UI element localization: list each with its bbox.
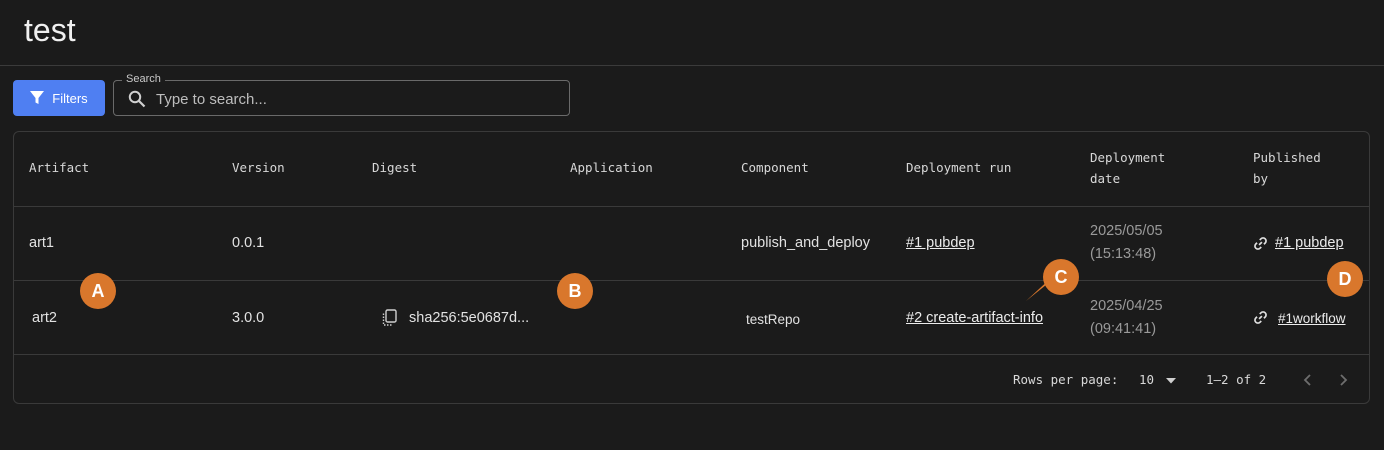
previous-page-icon[interactable] [1298,370,1318,390]
annotation-marker-b: B [557,273,593,309]
column-header-application[interactable]: Application [570,157,653,178]
published-by-link[interactable]: #1workflow [1278,308,1346,329]
cell-component: publish_and_deploy [741,235,870,251]
copy-icon[interactable] [381,309,397,327]
column-header-deployment-date-line2: date [1090,171,1121,186]
row-divider [14,354,1369,355]
rows-per-page-select[interactable]: 10 [1139,372,1176,388]
cell-version: 3.0.0 [232,310,265,326]
column-header-deployment-run[interactable]: Deployment run [906,157,1011,178]
search-icon [128,90,146,108]
column-header-digest[interactable]: Digest [372,157,417,178]
deployment-run-link[interactable]: #2 create-artifact-info [906,308,1043,329]
link-icon [1254,237,1267,250]
page-header: test [0,0,1384,66]
rows-per-page-label: Rows per page: [1013,372,1119,387]
artifacts-table: Artifact Version Digest Application Comp… [13,131,1370,404]
deployment-run-link[interactable]: #1 pubdep [906,233,975,254]
cell-digest: sha256:5e0687d... [409,310,530,326]
published-by-link[interactable]: #1 pubdep [1275,233,1344,254]
column-header-version[interactable]: Version [232,157,285,178]
column-header-component[interactable]: Component [741,157,809,178]
cell-deployment-time: (15:13:48) [1090,246,1157,262]
link-icon [1254,311,1267,324]
pagination-range: 1–2 of 2 [1206,372,1267,387]
filters-button[interactable]: Filters [13,80,105,116]
annotation-marker-a: A [80,273,116,309]
caret-down-icon [1165,377,1176,383]
annotation-marker-c: C [1043,259,1079,295]
rows-per-page-value: 10 [1139,372,1155,387]
column-header-deployment-date[interactable]: Deployment date [1090,147,1165,189]
search-input[interactable] [156,87,556,111]
next-page-icon[interactable] [1333,370,1353,390]
row-divider [14,280,1369,281]
column-header-published-by[interactable]: Published by [1253,147,1321,189]
filter-icon [30,91,45,104]
filters-button-label: Filters [52,90,88,106]
cell-artifact: art1 [29,235,54,251]
search-field[interactable]: Search [113,73,570,116]
cell-artifact: art2 [32,310,57,326]
cell-component: testRepo [746,312,801,327]
header-divider [14,206,1369,207]
search-legend: Search [122,73,165,85]
page-title: test [24,12,76,48]
cell-version: 0.0.1 [232,235,265,251]
column-header-published-by-line1: Published [1253,150,1321,165]
annotation-marker-d: D [1327,261,1363,297]
cell-deployment-date: 2025/04/25 [1090,298,1163,314]
cell-deployment-date: 2025/05/05 [1090,223,1163,239]
cell-deployment-time: (09:41:41) [1090,321,1157,337]
column-header-deployment-date-line1: Deployment [1090,150,1166,165]
column-header-published-by-line2: by [1253,171,1269,186]
column-header-artifact[interactable]: Artifact [29,157,89,178]
